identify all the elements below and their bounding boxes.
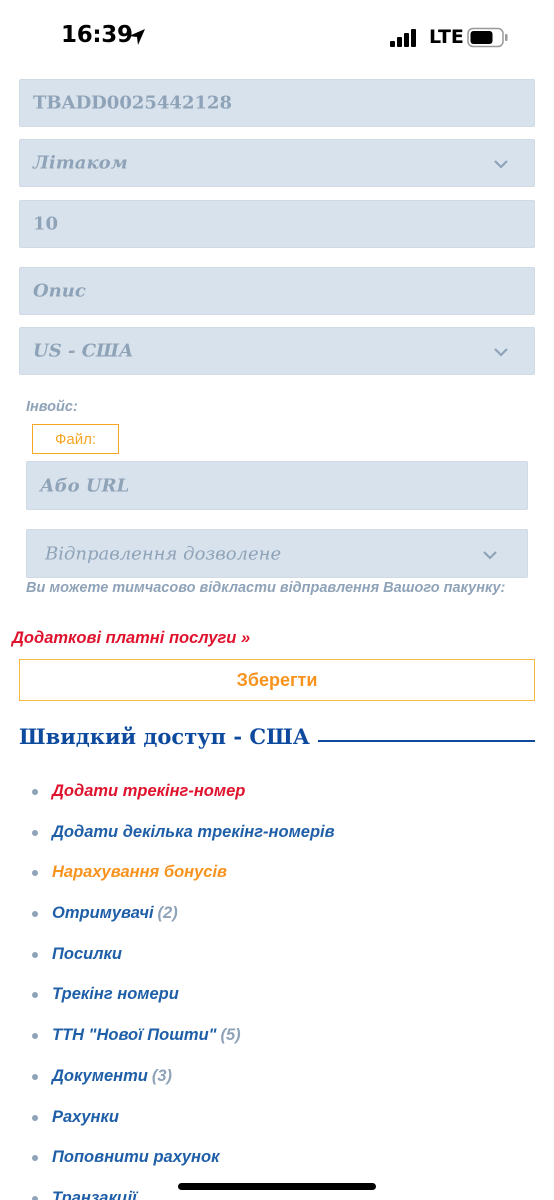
bullet-icon: [32, 951, 38, 958]
quick-access-link[interactable]: Нарахування бонусів: [52, 863, 227, 881]
status-bar: 16:39 LTE: [0, 0, 554, 76]
quick-access-entry: Транзакції: [52, 1189, 137, 1200]
invoice-label: Інвойс:: [26, 399, 78, 415]
home-indicator: [178, 1183, 376, 1190]
item-count: (3): [151, 1066, 173, 1085]
bullet-icon: [32, 911, 38, 918]
quick-access-link[interactable]: Додати трекінг-номер: [52, 782, 245, 800]
list-item: Додати трекінг-номер: [0, 772, 554, 813]
postpone-hint: Ви можете тимчасово відкласти відправлен…: [26, 580, 506, 596]
list-item: Нарахування бонусів: [0, 853, 554, 894]
quick-access-link[interactable]: ТТН "Нової Пошти": [52, 1026, 216, 1044]
list-item: Трекінг номери: [0, 975, 554, 1016]
list-item: Документи (3): [0, 1057, 554, 1098]
quick-access-title: Швидкий доступ - США: [19, 724, 310, 749]
quantity-field[interactable]: 10: [19, 200, 535, 248]
bullet-icon: [32, 1195, 38, 1200]
quantity-value: 10: [33, 213, 59, 235]
quick-access-entry: Документи (3): [52, 1067, 172, 1086]
section-divider: [318, 740, 535, 742]
quick-access-link[interactable]: Посилки: [52, 945, 122, 963]
chevron-down-icon: [494, 348, 508, 357]
delivery-method-value: Літаком: [33, 152, 128, 174]
quick-access-entry: Нарахування бонусів: [52, 863, 227, 882]
quick-access-link[interactable]: Рахунки: [52, 1108, 119, 1126]
list-item: Отримувачі (2): [0, 894, 554, 935]
country-select[interactable]: US - США: [19, 327, 535, 375]
quick-access-entry: Рахунки: [52, 1108, 119, 1127]
tracking-number-field[interactable]: TBADD0025442128: [19, 79, 535, 127]
network-type: LTE: [429, 26, 464, 48]
status-time: 16:39: [61, 22, 133, 48]
quick-access-link[interactable]: Транзакції: [52, 1189, 137, 1200]
save-button[interactable]: Зберегти: [19, 659, 535, 701]
bullet-icon: [32, 1155, 38, 1162]
quick-access-link[interactable]: Поповнити рахунок: [52, 1148, 219, 1166]
bullet-icon: [32, 789, 38, 795]
list-item: Додати декілька трекінг-номерів: [0, 813, 554, 854]
chevron-down-icon: [494, 160, 508, 169]
country-value: US - США: [33, 340, 134, 362]
quick-access-entry: Додати декілька трекінг-номерів: [52, 823, 335, 842]
bullet-icon: [32, 1033, 38, 1040]
quick-access-link[interactable]: Додати декілька трекінг-номерів: [52, 823, 335, 841]
location-arrow-icon: [129, 29, 145, 45]
quick-access-link[interactable]: Отримувачі: [52, 904, 154, 922]
bullet-icon: [32, 829, 38, 836]
list-item: Посилки: [0, 935, 554, 976]
quick-access-entry: Трекінг номери: [52, 985, 179, 1004]
quick-access-link[interactable]: Трекінг номери: [52, 985, 179, 1003]
description-placeholder: Опис: [33, 280, 86, 302]
file-upload-button[interactable]: Файл:: [32, 424, 119, 454]
list-item: Поповнити рахунок: [0, 1138, 554, 1179]
quick-access-entry: Поповнити рахунок: [52, 1148, 219, 1167]
item-count: (5): [220, 1026, 241, 1045]
extra-services-link[interactable]: Додаткові платні послуги »: [12, 629, 250, 648]
quick-access-entry: Отримувачі (2): [52, 904, 178, 923]
quick-access-entry: Посилки: [52, 945, 122, 964]
shipping-status-select[interactable]: Відправлення дозволене: [26, 529, 528, 578]
description-field[interactable]: Опис: [19, 267, 535, 315]
quick-access-entry: ТТН "Нової Пошти" (5): [52, 1026, 241, 1045]
shipping-status-value: Відправлення дозволене: [45, 543, 282, 564]
invoice-url-placeholder: Або URL: [40, 475, 130, 496]
quick-access-list: Додати трекінг-номер Додати декілька трек…: [0, 772, 554, 1200]
bullet-icon: [32, 870, 38, 877]
bullet-icon: [32, 992, 38, 999]
list-item: ТТН "Нової Пошти" (5): [0, 1016, 554, 1057]
delivery-method-select[interactable]: Літаком: [19, 139, 535, 187]
signal-icon: [390, 29, 416, 47]
list-item: Рахунки: [0, 1098, 554, 1139]
bullet-icon: [32, 1073, 38, 1080]
chevron-down-icon: [483, 550, 497, 560]
quick-access-link[interactable]: Документи: [52, 1067, 148, 1085]
quick-access-entry: Додати трекінг-номер: [52, 782, 245, 801]
invoice-url-field[interactable]: Або URL: [26, 461, 528, 510]
battery-icon: [467, 27, 508, 48]
bullet-icon: [32, 1114, 38, 1121]
item-count: (2): [157, 904, 178, 923]
tracking-number-value: TBADD0025442128: [33, 92, 233, 114]
